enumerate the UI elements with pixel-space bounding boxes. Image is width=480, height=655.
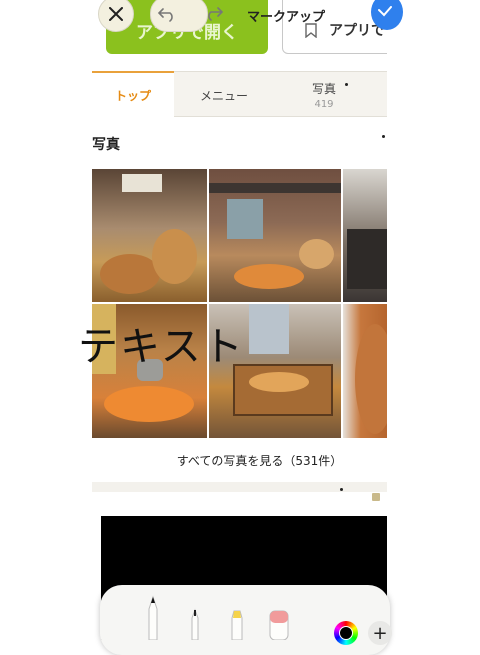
tab-photos-label: 写真	[311, 82, 336, 96]
undo-icon	[157, 8, 173, 22]
checkmark-icon	[378, 6, 392, 17]
add-tool-button[interactable]: +	[368, 621, 392, 645]
markup-dot	[372, 493, 380, 501]
highlighter-tool-icon[interactable]	[226, 608, 248, 640]
tab-bar: トップ メニュー 写真 419	[92, 71, 387, 118]
redo-button[interactable]	[200, 0, 230, 30]
markup-dot	[345, 83, 348, 86]
photos-section-title: 写真	[92, 137, 120, 153]
markup-dot	[340, 488, 343, 491]
redo-icon	[208, 7, 224, 21]
right-gutter	[387, 0, 480, 640]
see-all-photos-link[interactable]: すべての写真を見る（531件）	[92, 452, 387, 469]
photo-thumbnail[interactable]	[209, 169, 341, 302]
tab-menu-label: メニュー	[199, 88, 248, 103]
selected-color-swatch	[339, 626, 353, 640]
section-separator	[92, 482, 387, 492]
pen-tool-icon[interactable]	[140, 595, 166, 640]
tab-top-label: トップ	[114, 89, 151, 103]
plus-icon: +	[372, 622, 388, 644]
tab-photos[interactable]: 写真 419	[274, 72, 374, 118]
markup-title: マークアップ	[247, 10, 326, 25]
tab-top[interactable]: トップ	[92, 71, 174, 118]
photo-thumbnail[interactable]	[343, 304, 387, 438]
tab-menu[interactable]: メニュー	[174, 72, 274, 118]
photo-thumbnail[interactable]	[92, 169, 207, 302]
fineliner-tool-icon[interactable]	[184, 608, 206, 640]
photo-thumbnail[interactable]	[343, 169, 387, 302]
close-icon	[109, 7, 123, 21]
eraser-tool-icon[interactable]	[266, 608, 292, 640]
markup-dot	[382, 135, 385, 138]
color-picker-button[interactable]	[334, 621, 358, 645]
markup-text-annotation[interactable]: テキスト	[78, 314, 245, 372]
tab-photos-count: 419	[314, 99, 334, 110]
